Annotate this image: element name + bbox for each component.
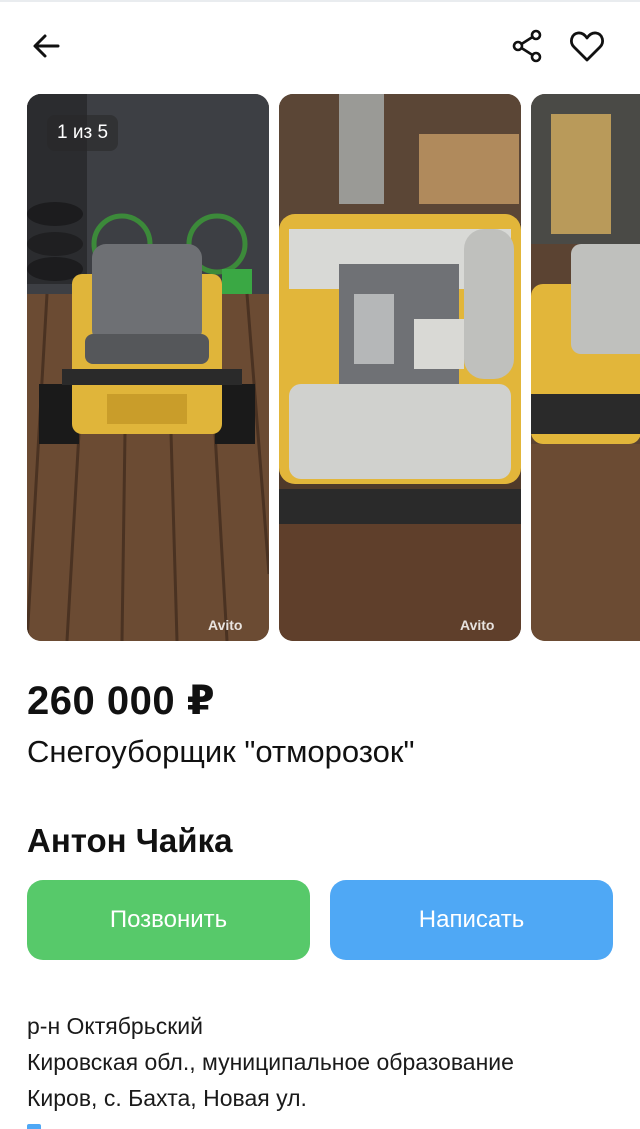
photo-3-image bbox=[531, 94, 640, 641]
share-button[interactable] bbox=[503, 22, 551, 70]
map-marker-icon bbox=[27, 1124, 41, 1129]
top-bar bbox=[0, 0, 640, 94]
share-icon bbox=[512, 29, 542, 63]
listing-price: 260 000 ₽ bbox=[27, 679, 216, 723]
call-button[interactable]: Позвонить bbox=[27, 880, 310, 960]
photo-1-image bbox=[27, 94, 269, 641]
address-line-1: р-н Октябрьский bbox=[27, 1013, 203, 1039]
seller-name[interactable]: Антон Чайка bbox=[27, 822, 232, 860]
avito-watermark: Avito bbox=[460, 617, 495, 633]
avito-watermark: Avito bbox=[208, 617, 243, 633]
write-button[interactable]: Написать bbox=[330, 880, 613, 960]
address-line-2: Кировская обл., муниципальное образовани… bbox=[27, 1049, 514, 1075]
listing-address: р-н Октябрьский Кировская обл., муниципа… bbox=[27, 1008, 514, 1116]
back-button[interactable] bbox=[22, 22, 70, 70]
listing-photo-1[interactable] bbox=[27, 94, 269, 641]
photo-counter: 1 из 5 bbox=[47, 115, 119, 151]
photo-2-image bbox=[279, 94, 521, 641]
top-divider bbox=[0, 0, 640, 2]
listing-photo-3[interactable] bbox=[531, 94, 640, 641]
photo-gallery[interactable] bbox=[0, 94, 640, 641]
listing-title: Снегоуборщик "отморозок" bbox=[27, 734, 415, 769]
listing-photo-2[interactable] bbox=[279, 94, 521, 641]
address-line-3: Киров, с. Бахта, Новая ул. bbox=[27, 1085, 307, 1111]
arrow-left-icon bbox=[33, 34, 60, 58]
heart-icon bbox=[570, 31, 604, 62]
favorite-button[interactable] bbox=[563, 22, 611, 70]
